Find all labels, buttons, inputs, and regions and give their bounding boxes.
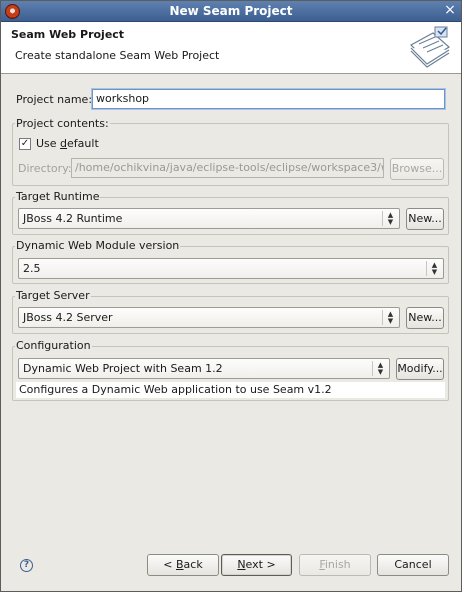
seam-web-project-wizard-icon	[410, 26, 450, 68]
up-down-arrows-icon: ▲ ▼	[387, 310, 394, 325]
configuration-value: Dynamic Web Project with Seam 1.2	[23, 362, 223, 375]
new-seam-project-dialog: New Seam Project × Seam Web Project Crea…	[0, 0, 462, 592]
page-description: Create standalone Seam Web Project	[15, 49, 220, 62]
next-mnemonic: N	[237, 558, 246, 571]
configuration-description: Configures a Dynamic Web application to …	[16, 382, 445, 398]
project-name-label: Project name:	[16, 93, 93, 106]
up-down-arrows-icon: ▲ ▼	[431, 261, 438, 276]
back-rest: ack	[183, 558, 203, 571]
target-runtime-value: JBoss 4.2 Runtime	[23, 212, 123, 225]
new-server-button-label: New...	[408, 311, 442, 324]
use-default-label-suffix: efault	[67, 137, 99, 150]
use-default-label[interactable]: Use default	[36, 137, 99, 150]
project-name-input[interactable]: workshop	[92, 89, 445, 109]
back-mnemonic: B	[176, 558, 184, 571]
modify-button-label: Modify...	[397, 362, 443, 375]
directory-input[interactable]: /home/ochikvina/java/eclipse-tools/eclip…	[71, 158, 384, 178]
target-runtime-combo[interactable]: JBoss 4.2 Runtime ▲ ▼	[18, 208, 400, 229]
configuration-legend: Configuration	[15, 339, 92, 352]
window-title: New Seam Project	[169, 4, 293, 18]
back-prefix: <	[163, 558, 176, 571]
directory-label: Directory:	[18, 162, 72, 175]
dynamic-web-module-combo[interactable]: 2.5 ▲ ▼	[18, 258, 444, 279]
modify-configuration-button[interactable]: Modify...	[396, 358, 444, 380]
use-default-mnemonic: d	[60, 137, 68, 150]
browse-button[interactable]: Browse...	[390, 158, 444, 180]
combo-separator	[426, 261, 427, 276]
back-button[interactable]: < Back	[147, 554, 219, 576]
target-server-combo[interactable]: JBoss 4.2 Server ▲ ▼	[18, 307, 400, 328]
target-server-value: JBoss 4.2 Server	[23, 311, 113, 324]
next-rest: ext >	[245, 558, 276, 571]
configuration-combo[interactable]: Dynamic Web Project with Seam 1.2 ▲ ▼	[18, 358, 390, 379]
title-bar[interactable]: New Seam Project ×	[1, 1, 461, 22]
page-title: Seam Web Project	[11, 28, 125, 41]
dynamic-web-module-legend: Dynamic Web Module version	[15, 239, 181, 252]
new-runtime-button[interactable]: New...	[406, 208, 444, 230]
use-default-label-prefix: Use	[36, 137, 61, 150]
up-down-arrows-icon: ▲ ▼	[387, 211, 394, 226]
target-runtime-legend: Target Runtime	[15, 190, 101, 203]
project-contents-legend: Project contents:	[15, 117, 110, 130]
help-icon[interactable]: ?	[20, 559, 33, 572]
up-down-arrows-icon: ▲ ▼	[377, 361, 384, 376]
new-runtime-button-label: New...	[408, 212, 442, 225]
combo-separator	[382, 310, 383, 325]
next-button[interactable]: Next >	[221, 554, 292, 576]
combo-separator	[372, 361, 373, 376]
cancel-button[interactable]: Cancel	[377, 554, 449, 576]
finish-rest: inish	[324, 558, 351, 571]
dynamic-web-module-value: 2.5	[23, 262, 41, 275]
new-server-button[interactable]: New...	[406, 307, 444, 329]
use-default-checkbox[interactable]: ✓	[19, 138, 31, 150]
combo-separator	[382, 211, 383, 226]
wizard-banner: Seam Web Project Create standalone Seam …	[1, 22, 461, 74]
finish-button[interactable]: Finish	[299, 554, 371, 576]
target-server-legend: Target Server	[15, 289, 91, 302]
close-icon[interactable]: ×	[443, 3, 457, 18]
